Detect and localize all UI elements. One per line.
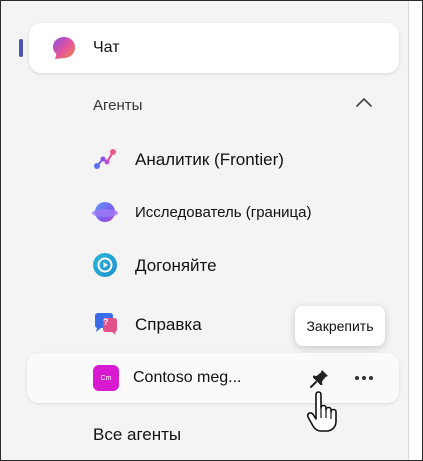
- chat-label: Чат: [93, 39, 120, 56]
- agent-label: Contoso meg...: [133, 369, 242, 386]
- hand-cursor-icon: [306, 391, 337, 432]
- copilot-chat-icon: [53, 37, 75, 59]
- agent-label: Аналитик (Frontier): [135, 150, 284, 169]
- pin-icon[interactable]: [307, 365, 333, 391]
- more-options-button[interactable]: [349, 365, 379, 391]
- agents-section-label: Агенты: [93, 97, 143, 114]
- agent-item-contoso[interactable]: Cm Contoso meg...: [27, 353, 399, 403]
- svg-text:?: ?: [103, 317, 109, 327]
- help-icon: ?: [95, 313, 117, 335]
- contoso-agent-icon: Cm: [93, 365, 119, 391]
- more-icon: [355, 376, 359, 380]
- scrollbar-track[interactable]: [408, 1, 422, 460]
- active-indicator: [19, 39, 23, 57]
- chat-nav-item[interactable]: Чат: [29, 23, 399, 73]
- researcher-icon: [92, 202, 118, 222]
- agent-label: Справка: [135, 315, 202, 334]
- analyst-icon: [94, 149, 116, 169]
- all-agents-link[interactable]: Все агенты: [93, 425, 181, 445]
- sidebar-panel: Чат Агенты Аналитик (Frontier) Исследова…: [0, 0, 423, 461]
- agent-label: Исследователь (граница): [135, 204, 312, 221]
- pin-tooltip: Закрепить: [295, 306, 385, 346]
- agent-item-researcher[interactable]: Исследователь (граница): [91, 194, 391, 230]
- catch-up-icon: [93, 253, 117, 277]
- agent-label: Догоняйте: [135, 256, 217, 275]
- agent-item-analyst[interactable]: Аналитик (Frontier): [91, 141, 391, 177]
- chevron-up-icon[interactable]: [355, 95, 373, 109]
- agent-item-catch-up[interactable]: Догоняйте: [91, 247, 391, 283]
